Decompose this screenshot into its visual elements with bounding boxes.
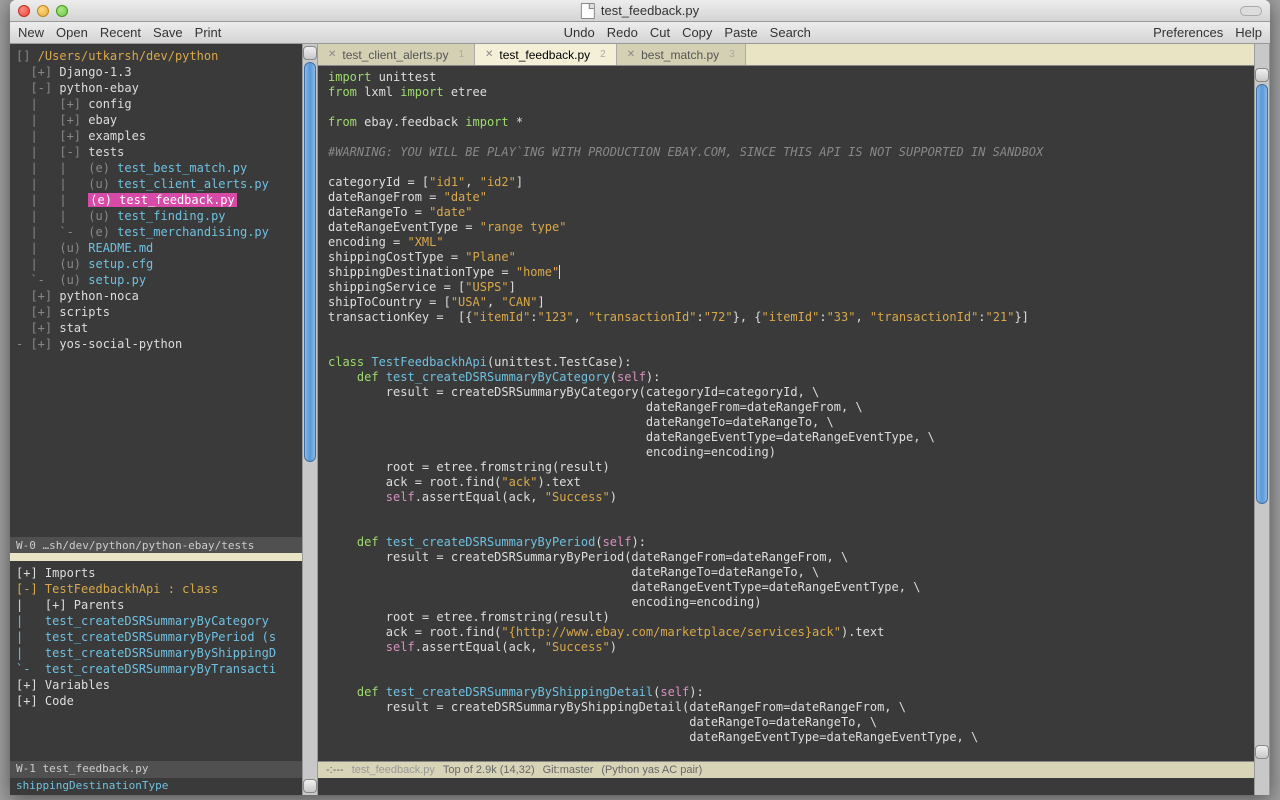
toolbar-pill[interactable]	[1240, 6, 1262, 16]
tree-item[interactable]: config	[88, 97, 131, 111]
code-editor[interactable]: import unittest from lxml import etree f…	[318, 66, 1254, 761]
menu-help[interactable]: Help	[1235, 25, 1262, 40]
window-title-text: test_feedback.py	[601, 3, 699, 18]
outline-item[interactable]: | test_createDSRSummaryByShippingD	[16, 646, 276, 660]
close-icon[interactable]: ✕	[627, 49, 635, 60]
tab-best-match[interactable]: ✕ best_match.py 3	[617, 44, 746, 65]
tab-test-client-alerts[interactable]: ✕ test_client_alerts.py 1	[318, 44, 475, 65]
minimize-button[interactable]	[37, 5, 49, 17]
menu-copy[interactable]: Copy	[682, 25, 712, 40]
outline-item[interactable]: | [+] Parents	[16, 598, 124, 612]
scroll-up-icon[interactable]	[303, 46, 317, 60]
window-title: test_feedback.py	[581, 3, 699, 19]
outline-item[interactable]: [+] Code	[16, 694, 74, 708]
tabbar: ✕ test_client_alerts.py 1 ✕ test_feedbac…	[318, 44, 1254, 66]
tree-item[interactable]: setup.cfg	[88, 257, 153, 271]
tree-item[interactable]: tests	[88, 145, 124, 159]
titlebar[interactable]: test_feedback.py	[10, 0, 1270, 22]
scroll-down-icon[interactable]	[303, 779, 317, 793]
file-tree[interactable]: [] /Users/utkarsh/dev/python [+] Django-…	[10, 44, 302, 537]
zoom-button[interactable]	[56, 5, 68, 17]
tree-item[interactable]: ebay	[88, 113, 117, 127]
tab-test-feedback[interactable]: ✕ test_feedback.py 2	[475, 44, 617, 65]
modeline-pos: Top of 2.9k (14,32)	[443, 764, 535, 776]
tree-item[interactable]: scripts	[59, 305, 110, 319]
tree-item[interactable]: stat	[59, 321, 88, 335]
menu-left: New Open Recent Save Print	[18, 25, 221, 40]
menu-preferences[interactable]: Preferences	[1153, 25, 1223, 40]
outline-item[interactable]: `- test_createDSRSummaryByTransacti	[16, 662, 276, 676]
w1-status: W-1 test_feedback.py	[10, 761, 302, 778]
outline-item[interactable]: [+] Imports	[16, 566, 95, 580]
scroll-thumb[interactable]	[1256, 84, 1268, 504]
modeline-modes: (Python yas AC pair)	[601, 764, 702, 776]
tree-item[interactable]: yos-social-python	[59, 337, 182, 351]
menu-open[interactable]: Open	[56, 25, 88, 40]
tab-label: test_client_alerts.py	[342, 48, 448, 62]
outline-item[interactable]: [-] TestFeedbackhApi : class	[16, 582, 218, 596]
sidebar: [] /Users/utkarsh/dev/python [+] Django-…	[10, 44, 302, 795]
menu-print[interactable]: Print	[195, 25, 222, 40]
scroll-down-icon[interactable]	[1255, 745, 1269, 759]
menu-save[interactable]: Save	[153, 25, 183, 40]
menu-mid: Undo Redo Cut Copy Paste Search	[564, 25, 811, 40]
menu-undo[interactable]: Undo	[564, 25, 595, 40]
close-icon[interactable]: ✕	[328, 49, 336, 60]
file-icon	[581, 3, 595, 19]
tab-num: 1	[458, 49, 464, 60]
tab-label: best_match.py	[641, 48, 719, 62]
tree-scrollbar[interactable]	[302, 44, 318, 795]
scroll-thumb[interactable]	[304, 62, 316, 462]
scroll-up-icon[interactable]	[1255, 68, 1269, 82]
tab-num: 3	[729, 49, 735, 60]
outline-item[interactable]: [+] Variables	[16, 678, 110, 692]
tree-item[interactable]: test_finding.py	[117, 209, 225, 223]
outline-item[interactable]: | test_createDSRSummaryByPeriod (s	[16, 630, 276, 644]
tree-item[interactable]: python-noca	[59, 289, 138, 303]
tree-item[interactable]: test_merchandising.py	[117, 225, 269, 239]
app-window: test_feedback.py New Open Recent Save Pr…	[10, 0, 1270, 795]
tree-item[interactable]: python-ebay	[59, 81, 138, 95]
w0-status: W-0 …sh/dev/python/python-ebay/tests	[10, 537, 302, 553]
menu-new[interactable]: New	[18, 25, 44, 40]
tree-item[interactable]: examples	[88, 129, 146, 143]
tree-root[interactable]: /Users/utkarsh/dev/python	[38, 49, 219, 63]
tree-item[interactable]: README.md	[88, 241, 153, 255]
menu-recent[interactable]: Recent	[100, 25, 141, 40]
menubar: New Open Recent Save Print Undo Redo Cut…	[10, 22, 1270, 44]
tree-item[interactable]: (e) test_feedback.py	[88, 193, 237, 207]
menu-search[interactable]: Search	[770, 25, 811, 40]
panel-divider[interactable]	[10, 553, 302, 561]
editor-area: ✕ test_client_alerts.py 1 ✕ test_feedbac…	[318, 44, 1254, 795]
tree-item[interactable]: Django-1.3	[59, 65, 131, 79]
close-button[interactable]	[18, 5, 30, 17]
editor-minibuffer[interactable]	[318, 778, 1254, 795]
modeline-file: test_feedback.py	[352, 764, 435, 776]
modeline-git: Git:master	[543, 764, 594, 776]
tab-label: test_feedback.py	[499, 48, 590, 62]
modeline: -:--- test_feedback.py Top of 2.9k (14,3…	[318, 761, 1254, 778]
tab-num: 2	[600, 49, 606, 60]
minibuffer[interactable]: shippingDestinationType	[10, 778, 302, 795]
menu-right: Preferences Help	[1153, 25, 1262, 40]
menu-paste[interactable]: Paste	[724, 25, 757, 40]
close-icon[interactable]: ✕	[485, 49, 493, 60]
modeline-mode: -:---	[326, 764, 344, 776]
tree-item[interactable]: test_client_alerts.py	[117, 177, 269, 191]
workspace: [] /Users/utkarsh/dev/python [+] Django-…	[10, 44, 1270, 795]
menu-redo[interactable]: Redo	[607, 25, 638, 40]
outline-panel[interactable]: [+] Imports [-] TestFeedbackhApi : class |…	[10, 561, 302, 761]
tree-item[interactable]: setup.py	[88, 273, 146, 287]
traffic-lights	[18, 5, 68, 17]
editor-scrollbar[interactable]	[1254, 44, 1270, 795]
tree-item[interactable]: test_best_match.py	[117, 161, 247, 175]
outline-item[interactable]: | test_createDSRSummaryByCategory	[16, 614, 269, 628]
menu-cut[interactable]: Cut	[650, 25, 670, 40]
